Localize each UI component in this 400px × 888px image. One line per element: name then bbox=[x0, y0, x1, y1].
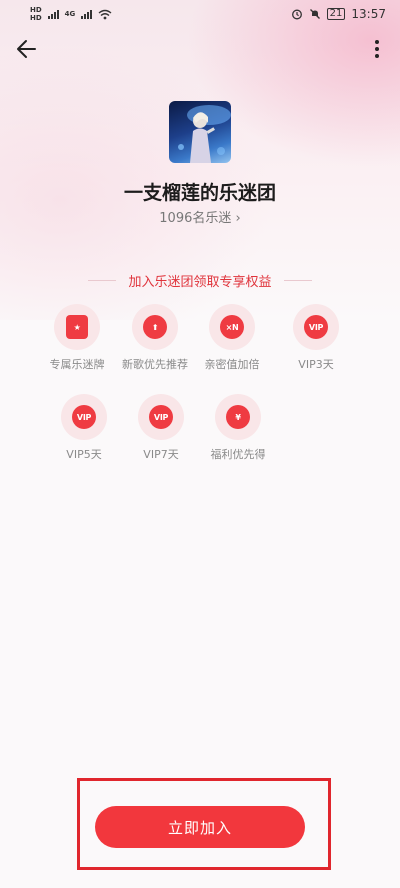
benefit-icon-bg: ★ bbox=[54, 304, 100, 350]
benefit-welfare[interactable]: ¥ 福利优先得 bbox=[198, 394, 278, 462]
top-nav bbox=[0, 34, 400, 64]
status-bar: HD HD 4G 21 13:57 bbox=[0, 0, 400, 28]
benefit-icon-bg: ×N bbox=[209, 304, 255, 350]
benefit-label: 专属乐迷牌 bbox=[49, 358, 105, 371]
benefit-label: VIP3天 bbox=[298, 358, 334, 371]
vip-icon: VIP bbox=[304, 315, 328, 339]
signal-icon bbox=[47, 9, 59, 19]
back-button[interactable] bbox=[14, 36, 40, 62]
benefits-title-text: 加入乐迷团领取专享权益 bbox=[128, 274, 272, 290]
benefit-fan-badge[interactable]: ★ 专属乐迷牌 bbox=[37, 304, 117, 372]
benefit-icon-bg: VIP bbox=[138, 394, 184, 440]
fans-count-link[interactable]: 1096名乐迷 › bbox=[0, 207, 400, 226]
fans-count-text: 1096名乐迷 bbox=[159, 211, 232, 226]
divider-right bbox=[283, 279, 312, 281]
benefit-icon-bg: ⬆ bbox=[132, 304, 178, 350]
battery-indicator: 21 bbox=[326, 8, 346, 20]
more-options-button[interactable] bbox=[370, 38, 384, 60]
benefits-section-title: 加入乐迷团领取专享权益 bbox=[0, 270, 400, 290]
more-vertical-icon bbox=[375, 40, 379, 44]
hd-indicator-1: HD bbox=[30, 6, 42, 14]
benefit-intimacy[interactable]: ×N 亲密值加倍 bbox=[192, 304, 272, 372]
network-type: 4G bbox=[64, 10, 76, 18]
benefit-label: VIP5天 bbox=[66, 448, 102, 461]
chevron-right-icon: › bbox=[235, 211, 241, 226]
divider-left bbox=[88, 279, 117, 281]
benefit-vip5[interactable]: VIP VIP5天 bbox=[44, 394, 124, 462]
avatar-image bbox=[178, 105, 231, 163]
group-name: 一支榴莲的乐迷团 bbox=[123, 182, 276, 204]
alarm-icon bbox=[291, 9, 302, 20]
status-right: 21 13:57 bbox=[291, 7, 386, 21]
mute-icon bbox=[309, 9, 320, 19]
benefit-new-song[interactable]: ⬆ 新歌优先推荐 bbox=[115, 304, 195, 372]
hd-indicator-2: HD bbox=[30, 14, 42, 22]
arrow-left-icon bbox=[17, 40, 36, 58]
benefit-label: 亲密值加倍 bbox=[204, 358, 260, 371]
benefit-vip7[interactable]: VIP VIP7天 bbox=[121, 394, 201, 462]
wifi-icon bbox=[98, 9, 112, 19]
signal-icon-2 bbox=[81, 9, 93, 19]
benefit-vip3[interactable]: VIP VIP3天 bbox=[276, 304, 356, 372]
multiply-icon: ×N bbox=[220, 315, 244, 339]
benefit-label: 新歌优先推荐 bbox=[122, 358, 188, 371]
group-avatar bbox=[169, 101, 231, 163]
fan-badge-icon: ★ bbox=[66, 315, 88, 339]
benefit-icon-bg: VIP bbox=[293, 304, 339, 350]
vip-icon: VIP bbox=[149, 405, 173, 429]
status-left: HD HD 4G bbox=[30, 6, 112, 22]
arrow-up-icon: ⬆ bbox=[143, 315, 167, 339]
vip-icon: VIP bbox=[72, 405, 96, 429]
benefit-icon-bg: VIP bbox=[61, 394, 107, 440]
benefit-label: 福利优先得 bbox=[210, 448, 266, 461]
benefit-icon-bg: ¥ bbox=[215, 394, 261, 440]
status-time: 13:57 bbox=[351, 7, 386, 21]
money-bag-icon: ¥ bbox=[226, 405, 250, 429]
benefit-label: VIP7天 bbox=[143, 448, 179, 461]
hd-indicators: HD HD bbox=[30, 6, 42, 22]
join-now-button[interactable]: 立即加入 bbox=[95, 806, 305, 848]
